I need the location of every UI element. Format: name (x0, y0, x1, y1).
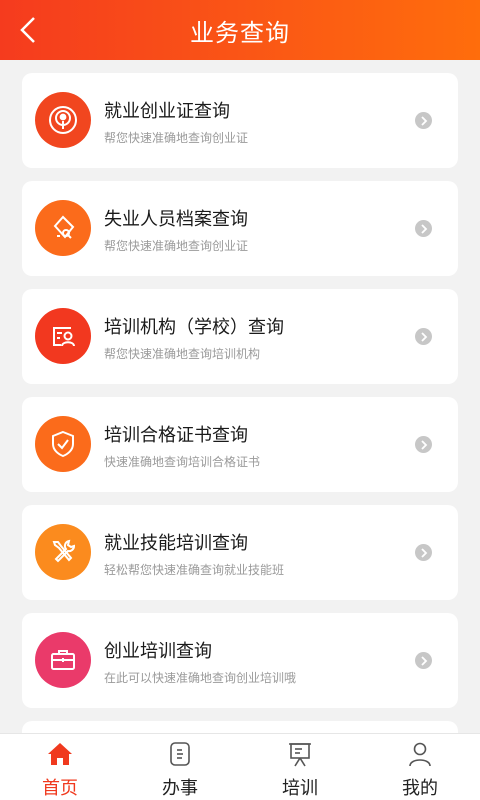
card-title: 培训机构（学校）查询 (104, 317, 284, 338)
chevron-right-icon (415, 328, 432, 345)
briefcase-icon (35, 632, 91, 688)
card-skills-training[interactable]: 就业技能培训查询 轻松帮您快速准确查询就业技能班 (22, 505, 458, 600)
chevron-right-icon (415, 112, 432, 129)
card-subtitle: 帮您快速准确地查询培训机构 (104, 347, 261, 361)
file-search-icon (35, 200, 91, 256)
card-partial[interactable] (22, 721, 458, 733)
tools-icon (35, 524, 91, 580)
back-button[interactable] (8, 10, 48, 50)
tab-services[interactable]: 办事 (120, 734, 240, 800)
tab-label: 培训 (282, 778, 318, 799)
card-subtitle: 帮您快速准确地查询创业证 (104, 131, 249, 145)
podcast-icon (35, 92, 91, 148)
card-unemployed-archive[interactable]: 失业人员档案查询 帮您快速准确地查询创业证 (22, 181, 458, 276)
chevron-right-icon (415, 652, 432, 669)
tab-profile[interactable]: 我的 (360, 734, 480, 800)
tab-label: 办事 (162, 778, 198, 799)
shield-check-icon (35, 416, 91, 472)
bottom-tab-bar: 首页 办事 培训 我的 (0, 733, 480, 800)
card-training-certificate[interactable]: 培训合格证书查询 快速准确地查询培训合格证书 (22, 397, 458, 492)
card-title: 创业培训查询 (104, 641, 212, 662)
card-title: 培训合格证书查询 (104, 425, 248, 446)
chevron-right-icon (415, 436, 432, 453)
card-title: 就业创业证查询 (104, 101, 230, 122)
card-title: 失业人员档案查询 (104, 209, 248, 230)
card-training-institution[interactable]: 培训机构（学校）查询 帮您快速准确地查询培训机构 (22, 289, 458, 384)
card-subtitle: 快速准确地查询培训合格证书 (104, 455, 261, 469)
card-title: 就业技能培训查询 (104, 533, 248, 554)
app-header: 业务查询 (0, 0, 480, 60)
page-title: 业务查询 (190, 18, 290, 47)
card-entrepreneurship-training[interactable]: 创业培训查询 在此可以快速准确地查询创业培训哦 (22, 613, 458, 708)
card-subtitle: 轻松帮您快速准确查询就业技能班 (104, 563, 285, 577)
tab-home[interactable]: 首页 (0, 734, 120, 800)
chevron-right-icon (415, 544, 432, 561)
tab-label: 首页 (42, 778, 78, 799)
query-list: 就业创业证查询 帮您快速准确地查询创业证 失业人员档案查询 帮您快速准确地查询创… (0, 60, 480, 733)
tab-label: 我的 (402, 778, 438, 799)
tab-training[interactable]: 培训 (240, 734, 360, 800)
home-icon (45, 740, 75, 768)
card-subtitle: 在此可以快速准确地查询创业培训哦 (104, 671, 297, 685)
presentation-icon (285, 740, 315, 768)
chevron-right-icon (415, 220, 432, 237)
card-employment-certificate[interactable]: 就业创业证查询 帮您快速准确地查询创业证 (22, 73, 458, 168)
chevron-left-icon (20, 17, 35, 43)
document-icon (165, 740, 195, 768)
user-icon (405, 740, 435, 768)
card-subtitle: 帮您快速准确地查询创业证 (104, 239, 249, 253)
id-card-icon (35, 308, 91, 364)
